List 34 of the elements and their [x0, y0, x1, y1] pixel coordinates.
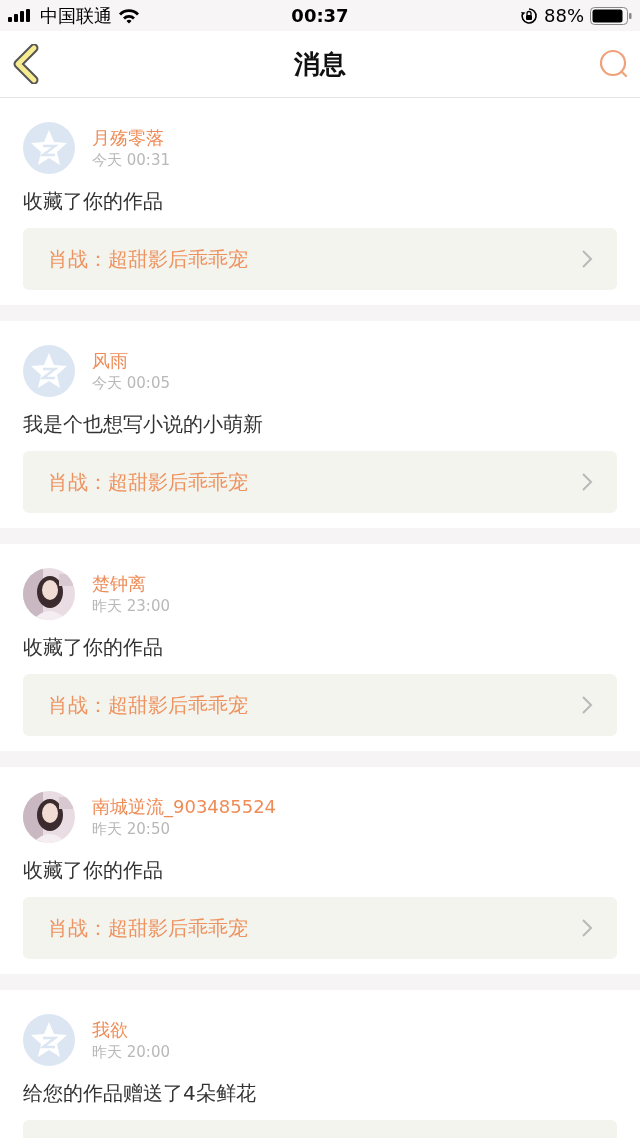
message-text: 收藏了你的作品	[23, 634, 164, 661]
page-title: 消息	[294, 47, 346, 81]
work-link[interactable]: 肖战：超甜影后乖乖宠	[23, 897, 617, 959]
message-time: 昨天 20:50	[92, 819, 171, 839]
chevron-right-icon	[581, 472, 593, 492]
work-link[interactable]: 肖战：超甜影后乖乖宠	[23, 228, 617, 290]
battery-icon	[590, 6, 632, 25]
chevron-right-icon	[581, 918, 593, 938]
message-time: 今天 00:05	[92, 373, 170, 393]
user-name[interactable]: 南城逆流_903485524	[92, 795, 277, 819]
clock-time: 00:37	[291, 5, 349, 26]
rotation-lock-icon	[520, 6, 538, 25]
user-name[interactable]: 楚钟离	[92, 572, 170, 596]
battery-percent: 88%	[544, 5, 584, 26]
message-text: 给您的作品赠送了4朵鲜花	[23, 1080, 257, 1107]
user-name[interactable]: 月殇零落	[92, 126, 170, 150]
message-time: 昨天 23:00	[92, 596, 170, 616]
message-text: 我是个也想写小说的小萌新	[23, 411, 264, 438]
default-avatar-icon	[23, 122, 75, 174]
work-link[interactable]: 肖战：超甜影后乖乖宠	[23, 451, 617, 513]
message-time: 昨天 20:00	[92, 1042, 170, 1062]
search-button[interactable]	[598, 48, 630, 80]
work-link[interactable]: 肖战：超甜影后乖乖宠	[23, 674, 617, 736]
default-avatar-icon	[23, 345, 75, 397]
message-time: 今天 00:31	[92, 150, 170, 170]
default-avatar-icon	[23, 1014, 75, 1066]
user-name[interactable]: 我欲	[92, 1018, 170, 1042]
wifi-icon	[118, 7, 140, 24]
carrier-name: 中国联通	[40, 3, 112, 28]
message-text: 收藏了你的作品	[23, 857, 164, 884]
chevron-right-icon	[581, 695, 593, 715]
message-text: 收藏了你的作品	[23, 188, 164, 215]
chevron-right-icon	[581, 249, 593, 269]
user-name[interactable]: 风雨	[92, 349, 170, 373]
